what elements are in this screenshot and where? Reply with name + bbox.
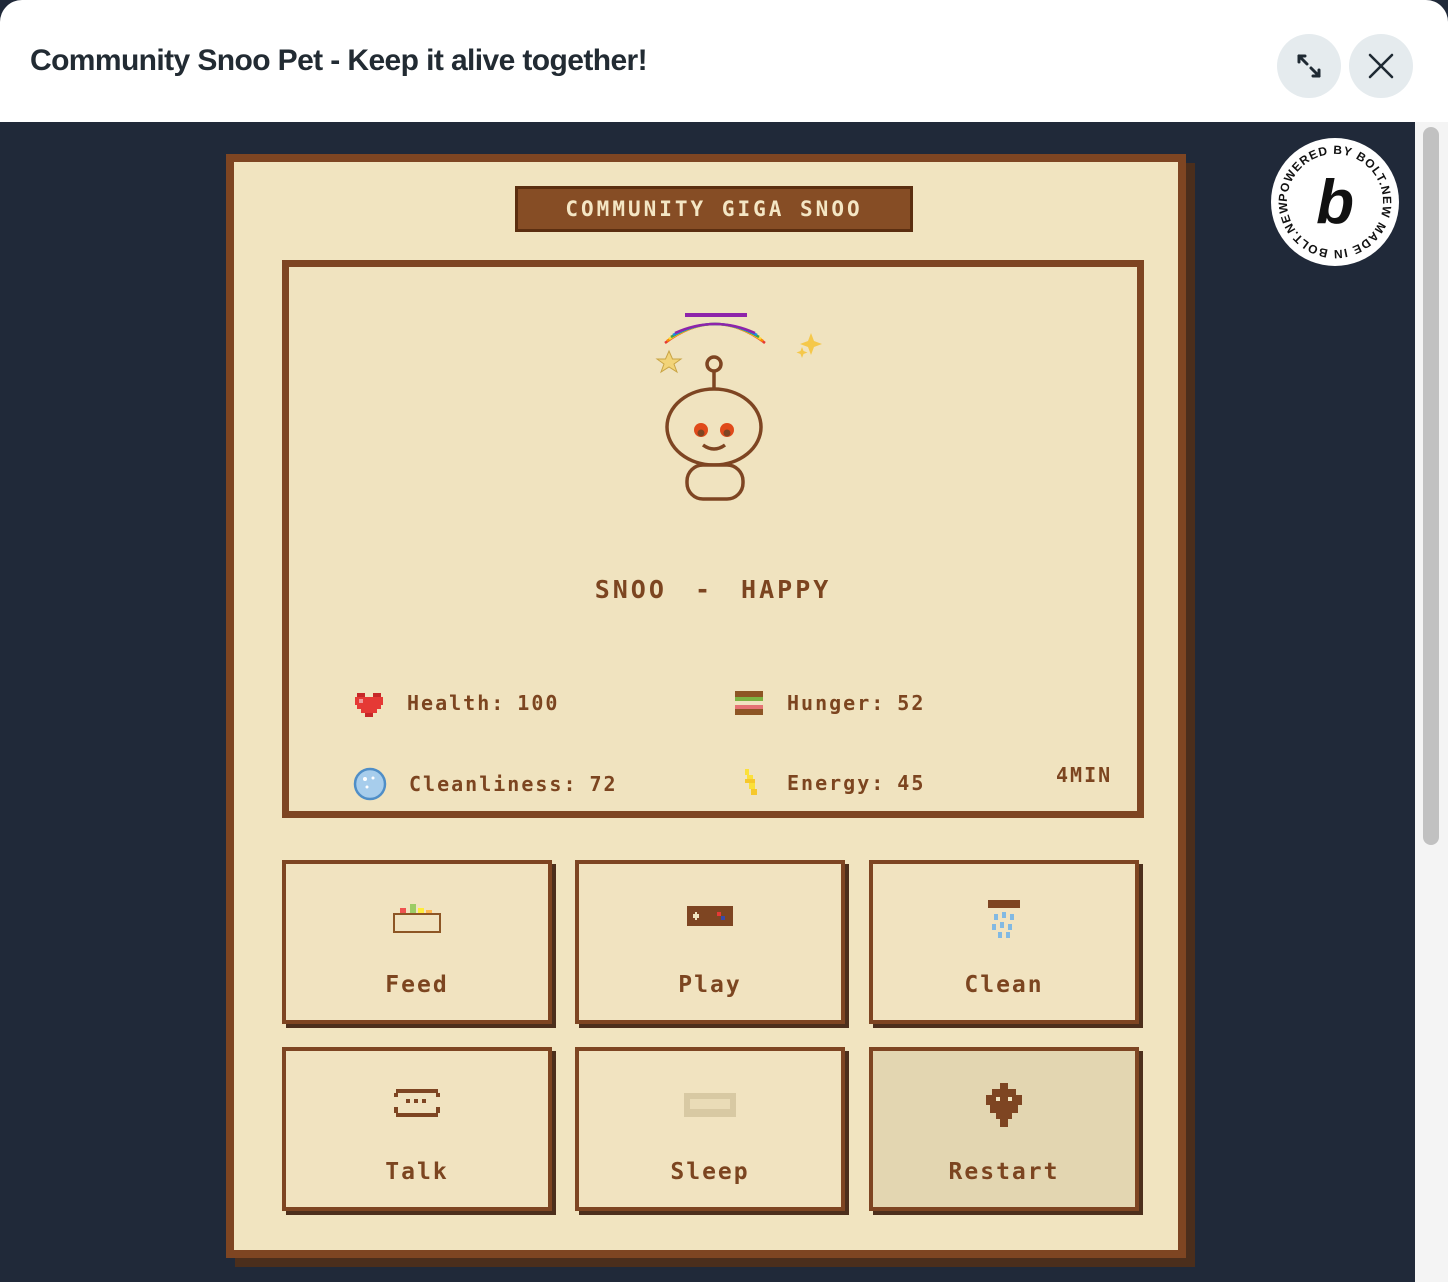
scrollbar-thumb[interactable] — [1423, 127, 1439, 845]
bolt-logo-icon: POWERED BY BOLT.NEW MADE IN BOLT.NEW b — [1276, 143, 1393, 261]
bolt-badge[interactable]: POWERED BY BOLT.NEW MADE IN BOLT.NEW b — [1271, 138, 1399, 266]
pet-status: SNOO - HAPPY — [594, 575, 832, 604]
stat-energy: Energy: 45 — [733, 767, 925, 799]
stat-cleanliness-label: Cleanliness: — [409, 772, 578, 796]
expand-icon — [1297, 54, 1321, 78]
shower-icon — [988, 900, 1020, 938]
sleep-button-label: Sleep — [670, 1159, 750, 1185]
badge-letter: b — [1316, 168, 1354, 237]
game-title-plate: COMMUNITY GIGA SNOO — [515, 186, 913, 232]
play-button[interactable]: Play — [575, 860, 845, 1024]
close-button[interactable] — [1349, 34, 1413, 98]
sparkle-icon — [796, 333, 822, 358]
star-icon — [655, 349, 683, 374]
stat-hunger: Hunger: 52 — [733, 687, 925, 719]
close-icon — [1368, 53, 1394, 79]
clean-button-label: Clean — [964, 972, 1044, 998]
pet-screen: SNOO - HAPPY Health: 100 Hunger: 52 Clea… — [282, 260, 1144, 818]
feed-button-label: Feed — [385, 972, 449, 998]
talk-button[interactable]: Talk — [282, 1047, 552, 1211]
speech-icon — [394, 1089, 440, 1117]
expand-button[interactable] — [1277, 34, 1341, 98]
restart-icon — [986, 1083, 1022, 1127]
snoo-pet — [655, 313, 822, 501]
modal-title: Community Snoo Pet - Keep it alive toget… — [30, 44, 648, 77]
burger-icon — [735, 691, 763, 715]
bed-icon — [684, 1093, 736, 1117]
sleep-button[interactable]: Sleep — [575, 1047, 845, 1211]
stat-hunger-label: Hunger: — [787, 691, 886, 715]
play-button-label: Play — [678, 972, 742, 998]
stat-hunger-value: 52 — [897, 691, 926, 715]
feed-button[interactable]: Feed — [282, 860, 552, 1024]
restart-button-label: Restart — [948, 1159, 1060, 1185]
talk-button-label: Talk — [385, 1159, 449, 1185]
restart-button[interactable]: Restart — [869, 1047, 1139, 1211]
stat-cleanliness: Cleanliness: 72 — [353, 767, 618, 801]
game-title: COMMUNITY GIGA SNOO — [565, 197, 863, 221]
lightning-icon — [745, 769, 757, 795]
gamepad-icon — [687, 906, 733, 926]
stat-health: Health: 100 — [353, 687, 559, 719]
stat-cleanliness-value: 72 — [589, 772, 618, 796]
bubble-icon — [353, 767, 387, 801]
stat-health-label: Health: — [407, 691, 506, 715]
stat-energy-value: 45 — [897, 771, 926, 795]
food-bowl-icon — [392, 904, 442, 934]
heart-icon — [355, 693, 383, 717]
modal-header: Community Snoo Pet - Keep it alive toget… — [0, 0, 1448, 122]
rainbow-icon — [664, 313, 766, 344]
stat-health-value: 100 — [517, 691, 560, 715]
stat-energy-label: Energy: — [787, 771, 886, 795]
pet-device: COMMUNITY GIGA SNOO SNOO - HAPPY Health:… — [226, 154, 1186, 1258]
clean-button[interactable]: Clean — [869, 860, 1139, 1024]
timer: 4MIN — [1056, 763, 1113, 787]
